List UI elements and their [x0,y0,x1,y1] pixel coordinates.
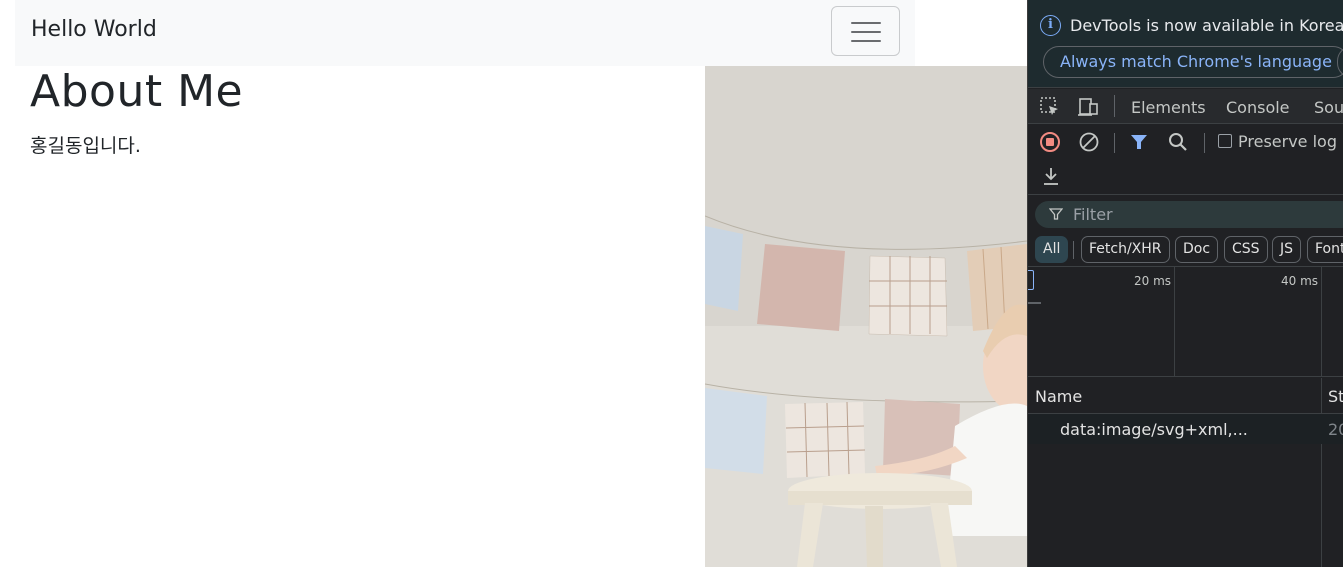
table-row[interactable]: data:image/svg+xml,... 200 [1028,414,1343,444]
tabbar-divider [1114,95,1115,117]
filter-row: Filter [1028,196,1343,232]
clear-icon[interactable] [1078,131,1100,153]
device-toolbar-icon[interactable] [1077,96,1099,118]
timeline-label-20ms: 20 ms [1134,274,1172,288]
filter-chip-font[interactable]: Font [1307,236,1343,263]
hamburger-icon [851,22,881,24]
filter-chip-css[interactable]: CSS [1224,236,1268,263]
column-header-status[interactable]: Status [1328,387,1343,406]
page-description: 홍길동입니다. [30,135,141,157]
navbar-brand[interactable]: Hello World [31,17,157,42]
column-divider[interactable] [1321,378,1322,567]
hero-photo [705,66,1027,567]
network-toolbar: Preserve log [1028,125,1343,195]
hamburger-icon-bar [851,40,881,42]
page-title: About Me [30,66,244,117]
language-infobar: i DevTools is now available in Korean! A… [1028,0,1343,88]
filter-chip-all[interactable]: All [1035,236,1069,263]
devtools-panel: i DevTools is now available in Korean! A… [1027,0,1343,567]
filter-chip-fetch-xhr[interactable]: Fetch/XHR [1081,236,1170,263]
web-page: Hello World About Me 홍길동입니다. [0,0,1027,567]
stop-recording-icon[interactable] [1039,131,1061,153]
request-name: data:image/svg+xml,... [1060,420,1248,439]
timeline-tick [1028,302,1041,304]
match-language-button[interactable]: Always match Chrome's language [1043,46,1343,78]
toolbar-divider [1114,133,1115,153]
request-status: 200 [1328,420,1343,439]
download-icon[interactable] [1040,165,1062,187]
hamburger-icon-bar [851,31,881,33]
tab-sources[interactable]: Sources [1314,98,1343,117]
preserve-log-label: Preserve log [1238,132,1337,151]
filter-chip-doc[interactable]: Doc [1175,236,1219,263]
filter-icon[interactable] [1128,131,1150,153]
timeline-gridline [1174,267,1175,377]
timeline-range-handle[interactable] [1028,270,1034,290]
network-timeline-overview[interactable]: 20 ms 40 ms [1028,266,1343,377]
preserve-log-checkbox[interactable]: Preserve log [1218,132,1337,151]
checkbox-box[interactable] [1218,134,1232,148]
navbar: Hello World [15,0,915,66]
timeline-label-40ms: 40 ms [1281,274,1319,288]
chip-divider [1073,241,1074,259]
filter-input[interactable]: Filter [1035,201,1343,228]
filter-placeholder: Filter [1073,205,1113,224]
info-icon: i [1040,15,1061,36]
requests-table-header: Name Status [1028,378,1343,414]
devtools-tabbar: Elements Console Sources [1028,89,1343,124]
toolbar-divider [1204,133,1205,153]
resource-type-filters: All Fetch/XHR Doc CSS JS Font [1028,235,1343,265]
navbar-toggler-button[interactable] [831,6,900,56]
funnel-icon [1049,208,1063,220]
column-header-name[interactable]: Name [1035,387,1082,406]
filter-chip-js[interactable]: JS [1272,236,1302,263]
search-icon[interactable] [1167,131,1189,153]
tab-console[interactable]: Console [1226,98,1290,117]
inspect-element-icon[interactable] [1039,96,1061,118]
timeline-gridline [1321,267,1322,377]
tab-elements[interactable]: Elements [1131,98,1206,117]
infobar-message: DevTools is now available in Korean! [1070,16,1343,35]
